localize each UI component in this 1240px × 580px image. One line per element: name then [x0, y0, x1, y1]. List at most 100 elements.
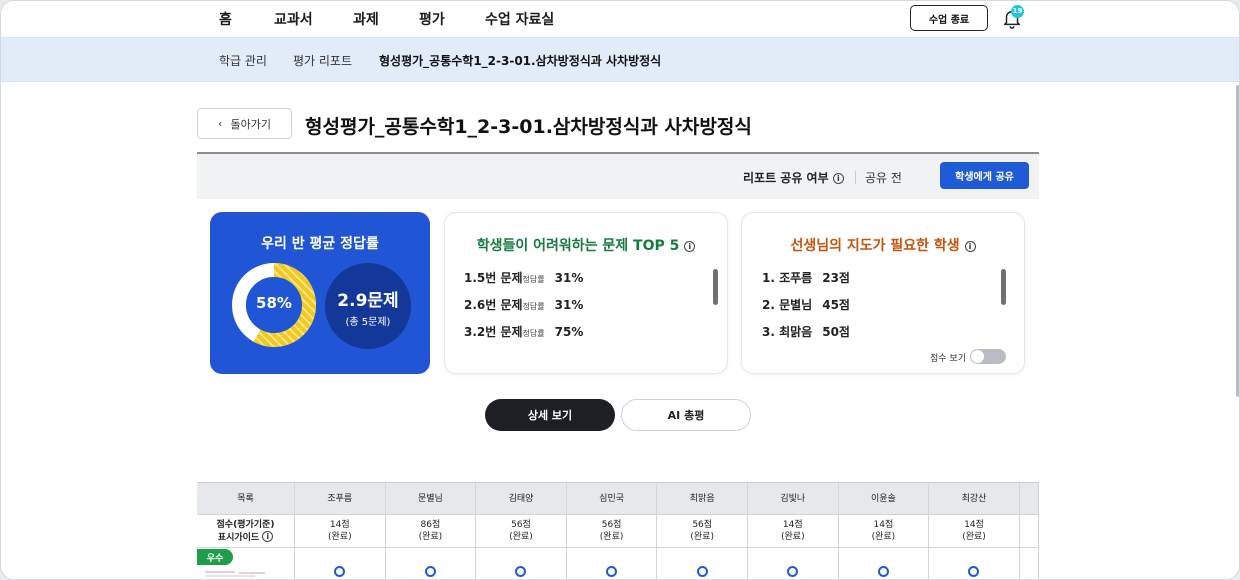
correct-circle-icon [696, 566, 708, 577]
list-scrollbar[interactable] [1001, 269, 1006, 305]
list-scrollbar[interactable] [713, 269, 718, 305]
info-icon[interactable]: i [964, 241, 976, 252]
difficult-item-name: 3.2번 문제 [464, 325, 523, 339]
student-result-cell[interactable] [295, 548, 386, 579]
average-correct-rate-card: 우리 반 평균 정답률 58% 2.9문제 (총 5문제) [210, 212, 430, 374]
breadcrumb-eval-report[interactable]: 평가 리포트 [293, 52, 352, 69]
student-status: (완료) [509, 532, 533, 542]
student-score-cell[interactable]: 14점 (완료) [929, 515, 1020, 548]
toggle-knob [971, 350, 984, 363]
student-score-cell[interactable]: 56점 (완료) [657, 515, 748, 548]
correct-circle-icon [606, 566, 618, 577]
student-status: (완료) [599, 532, 624, 542]
difficult-item-name: 1.5번 문제 [464, 271, 523, 285]
grade-badge: 우수 [197, 549, 233, 565]
student-result-cell[interactable] [476, 548, 567, 579]
student-score-cell[interactable]: 14점 (완료) [748, 515, 839, 548]
student-score-cell[interactable]: 86점 (완료) [385, 515, 477, 548]
student-result-cell[interactable] [929, 548, 1020, 579]
table-header-label: 목록 [237, 493, 254, 504]
info-icon[interactable]: i [832, 173, 844, 184]
table-header-student[interactable]: 김태양 [476, 483, 567, 515]
student-score-cell[interactable]: 14점 (완료) [838, 515, 930, 548]
student-result-cell[interactable] [657, 548, 748, 579]
table-header-student[interactable]: 최맑음 [657, 483, 748, 515]
difficult-item[interactable]: 1.5번 문제정답률 31% [464, 269, 583, 286]
page-scrollbar-thumb[interactable] [1236, 85, 1239, 397]
average-count-circle: 2.9문제 (총 5문제) [325, 263, 411, 349]
table-header-student[interactable]: 이윤솔 [838, 483, 930, 515]
notification-badge: 19 [1011, 5, 1024, 18]
show-score-toggle[interactable] [970, 349, 1006, 364]
correct-circle-icon [787, 566, 799, 577]
correct-rate-label: 정답률 [522, 329, 545, 338]
page-title: 형성평가_공통수학1_2-3-01.삼차방정식과 사차방정식 [305, 116, 752, 138]
nav-textbook[interactable]: 교과서 [274, 9, 313, 29]
student-score-cell[interactable]: 14점 (완료) [295, 515, 386, 548]
correct-rate-label: 정답률 [522, 302, 545, 311]
student-name: 김빛나 [780, 493, 806, 504]
info-icon[interactable]: i [684, 241, 696, 252]
nav-home[interactable]: 홈 [219, 9, 232, 29]
tab-ai-review[interactable]: AI 총평 [621, 399, 751, 431]
student-item[interactable]: 2. 문별님 45점 [762, 296, 850, 313]
end-class-button[interactable]: 수업 종료 [910, 5, 988, 31]
difficult-item-name: 2.6번 문제 [464, 298, 523, 312]
breadcrumb-class-manage[interactable]: 학급 관리 [219, 52, 267, 69]
student-name: 김태양 [508, 493, 534, 504]
student-name: 조푸름 [327, 493, 353, 504]
student-result-table: 목록 점수(평가기준) 표시가이드 i 조푸름 14점 (완료) 문별님 86점 (완료) 김태양 5… [197, 482, 1039, 579]
student-score-cell[interactable]: 56점 (완료) [566, 515, 658, 548]
table-header-cell: 목록 [197, 483, 295, 515]
student-result-cell[interactable] [748, 548, 839, 579]
difficult-item[interactable]: 2.6번 문제정답률 31% [464, 296, 583, 313]
table-header-student[interactable]: 조푸름 [295, 483, 386, 515]
student-name: 1. 조푸름 [762, 271, 813, 285]
student-name: 최강산 [961, 493, 987, 504]
breadcrumb: 학급 관리 평가 리포트 형성평가_공통수학1_2-3-01.삼차방정식과 사차… [1, 37, 1239, 82]
total-count: (총 5문제) [345, 317, 391, 328]
score-label: 점수(평가기준) [216, 519, 275, 530]
table-header-student[interactable]: 문별님 [385, 483, 477, 515]
app-frame: 홈 교과서 과제 평가 수업 자료실 수업 종료 19 학급 관리 평가 리포트… [0, 0, 1240, 580]
student-status: (완료) [962, 532, 986, 542]
nav-evaluation[interactable]: 평가 [419, 9, 445, 29]
guide-label: 표시가이드 i [218, 530, 274, 544]
nav-materials[interactable]: 수업 자료실 [485, 9, 554, 29]
student-name: 3. 최맑음 [762, 325, 813, 339]
back-button[interactable]: ‹ 돌아가기 [197, 108, 292, 139]
share-label: 리포트 공유 여부 i [743, 169, 844, 186]
guidance-card-title-text: 선생님의 지도가 필요한 학생 [790, 238, 960, 254]
share-status: 공유 전 [865, 171, 902, 185]
student-score: 56점 [692, 520, 713, 530]
student-name: 문별님 [417, 493, 443, 504]
chevron-left-icon: ‹ [218, 117, 223, 130]
breadcrumb-current: 형성평가_공통수학1_2-3-01.삼차방정식과 사차방정식 [379, 54, 662, 68]
student-score: 56점 [511, 520, 531, 530]
student-name: 이윤솔 [870, 493, 896, 504]
table-header-student[interactable]: 김빛나 [748, 483, 839, 515]
difficult-item[interactable]: 3.2번 문제정답률 75% [464, 323, 583, 340]
student-result-cell[interactable] [385, 548, 477, 579]
student-item[interactable]: 1. 조푸름 23점 [762, 269, 850, 286]
student-score: 14점 [964, 520, 984, 530]
table-header-student[interactable]: 심민국 [566, 483, 658, 515]
average-percent: 58% [256, 294, 292, 312]
student-result-cell[interactable] [566, 548, 658, 579]
student-score: 86점 [420, 520, 441, 530]
student-name: 최맑음 [689, 493, 715, 504]
student-item[interactable]: 3. 최맑음 50점 [762, 323, 850, 340]
student-score-cell[interactable]: 56점 (완료) [476, 515, 567, 548]
student-status: (완료) [328, 532, 352, 542]
share-to-students-button[interactable]: 학생에게 공유 [940, 162, 1029, 189]
tab-detail-view[interactable]: 상세 보기 [485, 399, 615, 431]
table-header-student[interactable]: 최강산 [929, 483, 1020, 515]
difficult-item-pct: 75% [554, 325, 584, 339]
blank-cell [1019, 515, 1039, 548]
correct-circle-icon [968, 566, 980, 577]
info-icon[interactable]: i [262, 530, 274, 542]
nav-assignment[interactable]: 과제 [353, 9, 379, 29]
student-score: 14점 [329, 520, 350, 530]
student-result-cell[interactable] [838, 548, 930, 579]
student-score: 23점 [822, 271, 850, 285]
